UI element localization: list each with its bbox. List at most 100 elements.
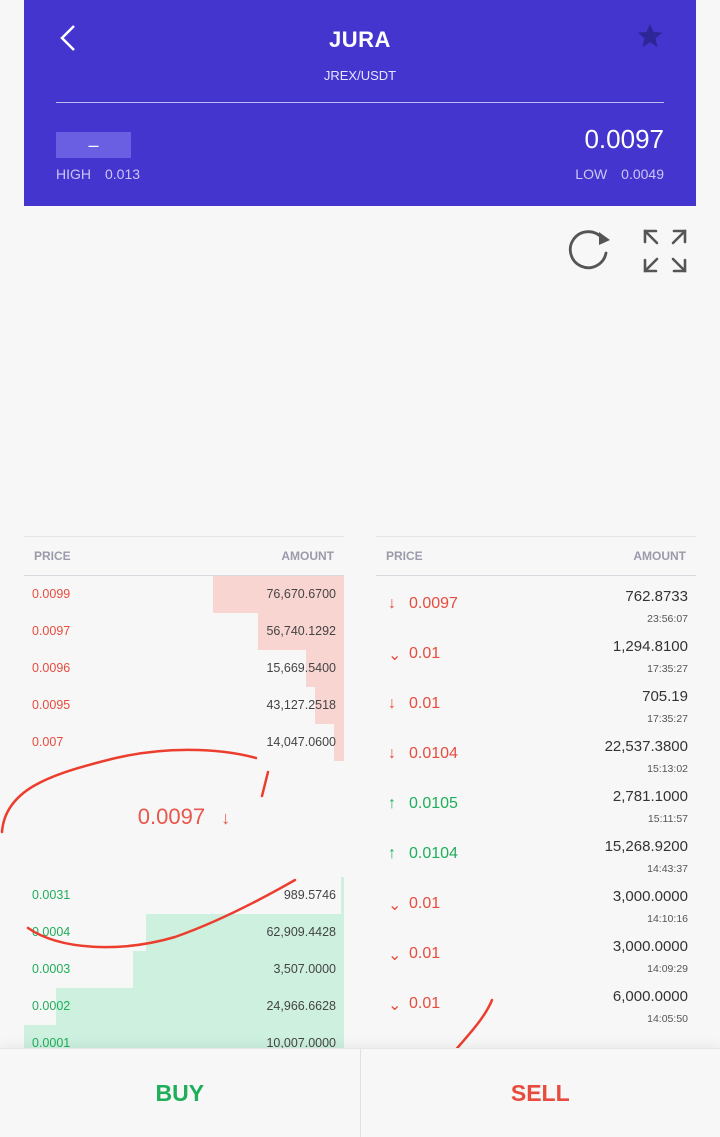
ask-amount: 15,669.5400: [266, 661, 336, 675]
change-badge: –: [56, 132, 131, 158]
sell-button[interactable]: SELL: [361, 1049, 720, 1137]
trade-history: PRICE AMOUNT ↓ 0.0097 762.8733 23:56:07 ⌄ 0.0…: [376, 536, 696, 1030]
ask-row[interactable]: 0.0095 43,127.2518: [24, 687, 344, 724]
trade-amount: 15,268.9200: [604, 838, 688, 855]
trade-amount: 3,000.0000: [612, 888, 688, 905]
trade-price: 0.0097: [409, 595, 458, 612]
bid-price: 0.0003: [32, 962, 71, 976]
ask-price: 0.0097: [32, 624, 71, 638]
bid-amount: 3,507.0000: [273, 962, 336, 976]
expand-icon[interactable]: [642, 228, 688, 274]
arrow-down-icon: ↓: [388, 695, 396, 712]
arrow-up-icon: ↑: [388, 845, 396, 862]
bid-depth-bar: [340, 877, 344, 914]
high-label: HIGH: [56, 166, 91, 182]
bid-row[interactable]: 0.0003 3,507.0000: [24, 951, 344, 988]
trade-row: ⌄ 0.01 6,000.0000 14:05:50: [376, 980, 696, 1030]
buy-button[interactable]: BUY: [0, 1049, 361, 1137]
trade-row: ⌄ 0.01 3,000.0000 14:09:29: [376, 930, 696, 980]
ask-amount: 76,670.6700: [266, 587, 336, 601]
star-icon[interactable]: [636, 22, 664, 50]
trade-row: ⌄ 0.01 1,294.8100 17:35:27: [376, 630, 696, 680]
bid-row[interactable]: 0.0004 62,909.4428: [24, 914, 344, 951]
trade-list: ↓ 0.0097 762.8733 23:56:07 ⌄ 0.01 1,294.8100 17…: [376, 580, 696, 1030]
action-bar: BUY SELL: [0, 1048, 720, 1137]
market-detail-screen: JURA JREX/USDT – HIGH 0.013 0.0097 LOW 0.0…: [0, 0, 720, 1137]
trade-time: 14:43:37: [647, 863, 688, 875]
trades-amount-header: AMOUNT: [633, 549, 686, 563]
orderbook: PRICE AMOUNT 0.0099 76,670.6700 0.0097 56,7…: [24, 536, 344, 761]
bid-price: 0.0002: [32, 999, 71, 1013]
market-title: JURA: [329, 27, 391, 52]
high-value: 0.013: [105, 166, 141, 182]
header-divider: [56, 102, 664, 103]
trade-amount: 762.8733: [625, 588, 688, 605]
bid-row[interactable]: 0.0031 989.5746: [24, 877, 344, 914]
trade-time: 17:35:27: [647, 663, 688, 675]
trade-row: ↓ 0.0097 762.8733 23:56:07: [376, 580, 696, 630]
ask-row[interactable]: 0.007 14,047.0600: [24, 724, 344, 761]
trade-amount: 1,294.8100: [612, 638, 688, 655]
low-value: 0.0049: [621, 166, 664, 182]
bid-amount: 24,966.6628: [266, 999, 336, 1013]
trade-time: 14:10:16: [647, 913, 688, 925]
trades-price-header: PRICE: [386, 549, 423, 563]
arrow-down-icon: ↓: [388, 745, 396, 762]
trade-amount: 6,000.0000: [612, 988, 688, 1005]
low-label: LOW: [575, 166, 608, 182]
trade-row: ↑ 0.0105 2,781.1000 15:11:57: [376, 780, 696, 830]
trade-time: 15:13:02: [647, 763, 688, 775]
trade-price: 0.01: [409, 895, 441, 912]
trade-amount: 3,000.0000: [612, 938, 688, 955]
bid-amount: 62,909.4428: [266, 925, 336, 939]
mid-price-value: 0.0097: [137, 804, 206, 829]
orderbook-amount-header: AMOUNT: [281, 549, 334, 563]
trade-amount: 705.19: [642, 688, 688, 705]
trade-row: ⌄ 0.01 3,000.0000 14:10:16: [376, 880, 696, 930]
arrow-down-icon: ⌄: [388, 947, 402, 964]
ask-price: 0.0096: [32, 661, 71, 675]
ask-row[interactable]: 0.0097 56,740.1292: [24, 613, 344, 650]
low-stat: LOW 0.0049: [575, 166, 664, 182]
market-pair: JREX/USDT: [323, 68, 397, 83]
trade-time: 23:56:07: [647, 613, 688, 625]
bid-list: 0.0031 989.5746 0.0004 62,909.4428 0.0003 3,5…: [24, 877, 344, 1062]
ask-amount: 56,740.1292: [266, 624, 336, 638]
arrow-down-icon: ↓: [388, 595, 396, 612]
bid-price: 0.0004: [32, 925, 71, 939]
ask-amount: 14,047.0600: [266, 735, 336, 749]
trade-amount: 22,537.3800: [604, 738, 688, 755]
orderbook-price-header: PRICE: [34, 549, 71, 563]
ask-amount: 43,127.2518: [266, 698, 336, 712]
bid-row[interactable]: 0.0002 24,966.6628: [24, 988, 344, 1025]
trade-price: 0.01: [409, 945, 441, 962]
mid-price: 0.0097 ↓: [24, 804, 344, 830]
ask-price: 0.007: [32, 735, 64, 749]
ask-list: 0.0099 76,670.6700 0.0097 56,740.1292 0.0096…: [24, 576, 344, 761]
high-stat: HIGH 0.013: [56, 166, 140, 182]
ask-price: 0.0099: [32, 587, 71, 601]
trade-price: 0.01: [409, 645, 441, 662]
market-header: JURA JREX/USDT – HIGH 0.013 0.0097 LOW 0.0…: [24, 0, 696, 206]
orderbook-header: PRICE AMOUNT: [24, 536, 344, 576]
ask-price: 0.0095: [32, 698, 71, 712]
ask-row[interactable]: 0.0096 15,669.5400: [24, 650, 344, 687]
trade-price: 0.0105: [409, 795, 458, 812]
trade-price: 0.01: [409, 995, 441, 1012]
trade-time: 14:05:50: [647, 1013, 688, 1025]
bid-price: 0.0031: [32, 888, 71, 902]
last-price: 0.0097: [584, 124, 664, 154]
trade-time: 17:35:27: [647, 713, 688, 725]
trades-header: PRICE AMOUNT: [376, 536, 696, 576]
trade-amount: 2,781.1000: [612, 788, 688, 805]
trade-row: ↓ 0.0104 22,537.3800 15:13:02: [376, 730, 696, 780]
ask-row[interactable]: 0.0099 76,670.6700: [24, 576, 344, 613]
trade-time: 15:11:57: [647, 813, 688, 825]
arrow-up-icon: ↑: [388, 795, 396, 812]
bid-amount: 989.5746: [283, 888, 336, 902]
arrow-down-icon: ⌄: [388, 647, 402, 664]
trade-time: 14:09:29: [647, 963, 688, 975]
trade-row: ↓ 0.01 705.19 17:35:27: [376, 680, 696, 730]
trade-row: ↑ 0.0104 15,268.9200 14:43:37: [376, 830, 696, 880]
refresh-icon[interactable]: [566, 228, 614, 274]
